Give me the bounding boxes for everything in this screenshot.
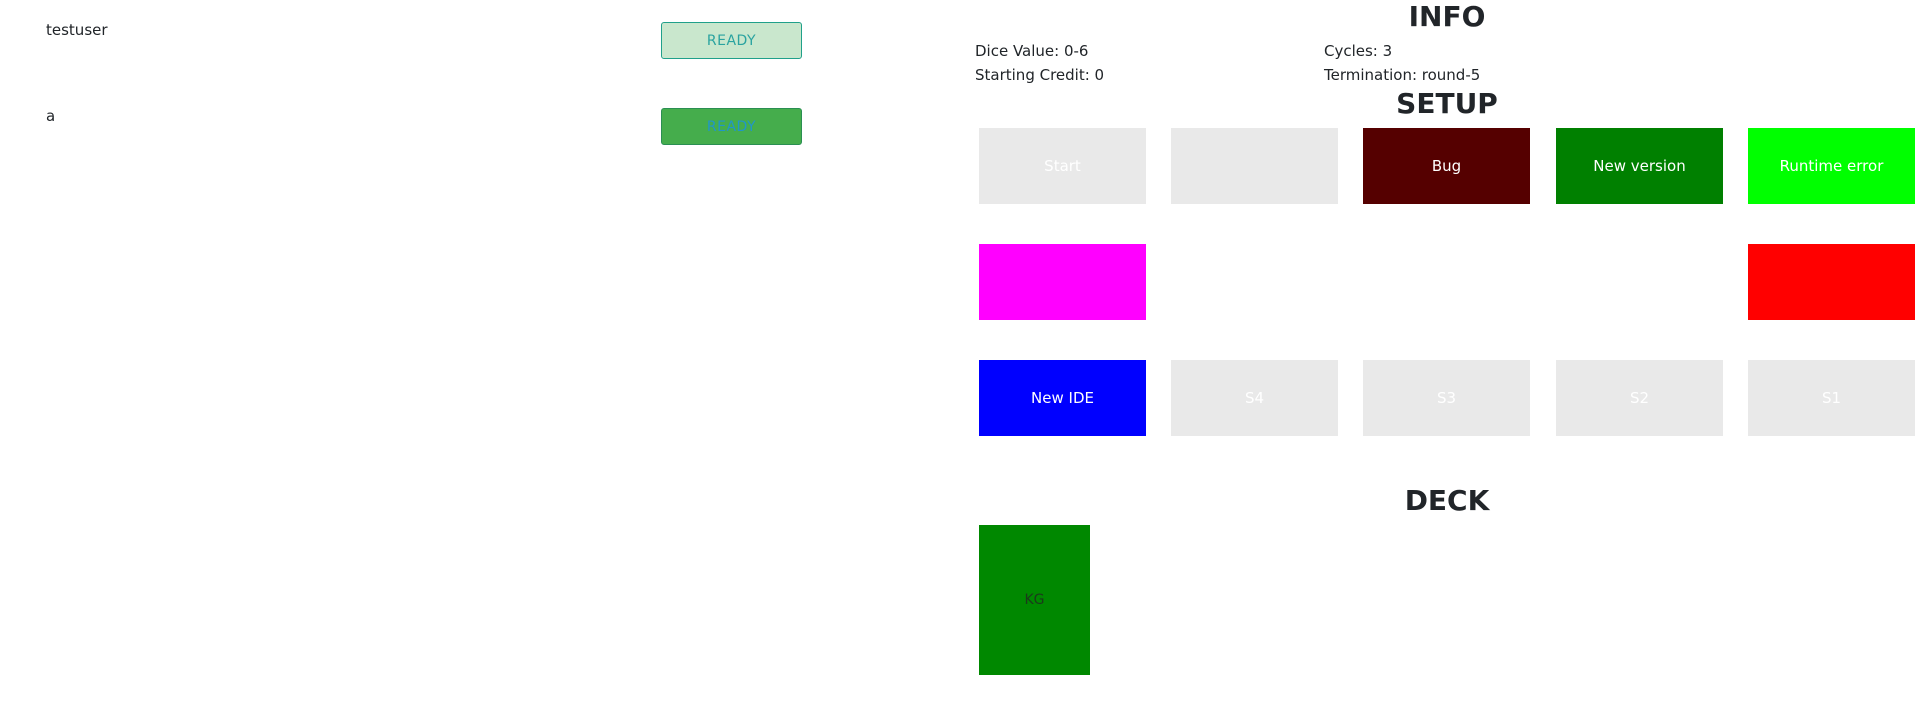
termination-info: Termination: round-5	[1324, 66, 1481, 84]
ready-button-a[interactable]: READY	[661, 108, 802, 145]
board-cell-s2[interactable]: S2	[1556, 360, 1723, 436]
board-cell-magenta[interactable]	[979, 244, 1146, 320]
dice-value-info: Dice Value: 0-6	[975, 42, 1089, 60]
deck-card-kg[interactable]: KG	[979, 525, 1090, 675]
board-cell-blank-top[interactable]	[1171, 128, 1338, 204]
board-cell-red[interactable]	[1748, 244, 1915, 320]
player-name-a: a	[46, 107, 56, 125]
setup-heading: SETUP	[1396, 87, 1498, 120]
board-cell-start[interactable]: Start	[979, 128, 1146, 204]
board-cell-bug[interactable]: Bug	[1363, 128, 1530, 204]
cycles-info: Cycles: 3	[1324, 42, 1393, 60]
board-cell-runtime-error[interactable]: Runtime error	[1748, 128, 1915, 204]
info-heading: INFO	[1408, 0, 1486, 33]
board-cell-s1[interactable]: S1	[1748, 360, 1915, 436]
board-cell-s4[interactable]: S4	[1171, 360, 1338, 436]
board-cell-new-version[interactable]: New version	[1556, 128, 1723, 204]
player-name-testuser: testuser	[46, 21, 108, 39]
starting-credit-info: Starting Credit: 0	[975, 66, 1105, 84]
board-cell-new-ide[interactable]: New IDE	[979, 360, 1146, 436]
ready-button-testuser[interactable]: READY	[661, 22, 802, 59]
board-cell-s3[interactable]: S3	[1363, 360, 1530, 436]
deck-heading: DECK	[1404, 484, 1490, 517]
